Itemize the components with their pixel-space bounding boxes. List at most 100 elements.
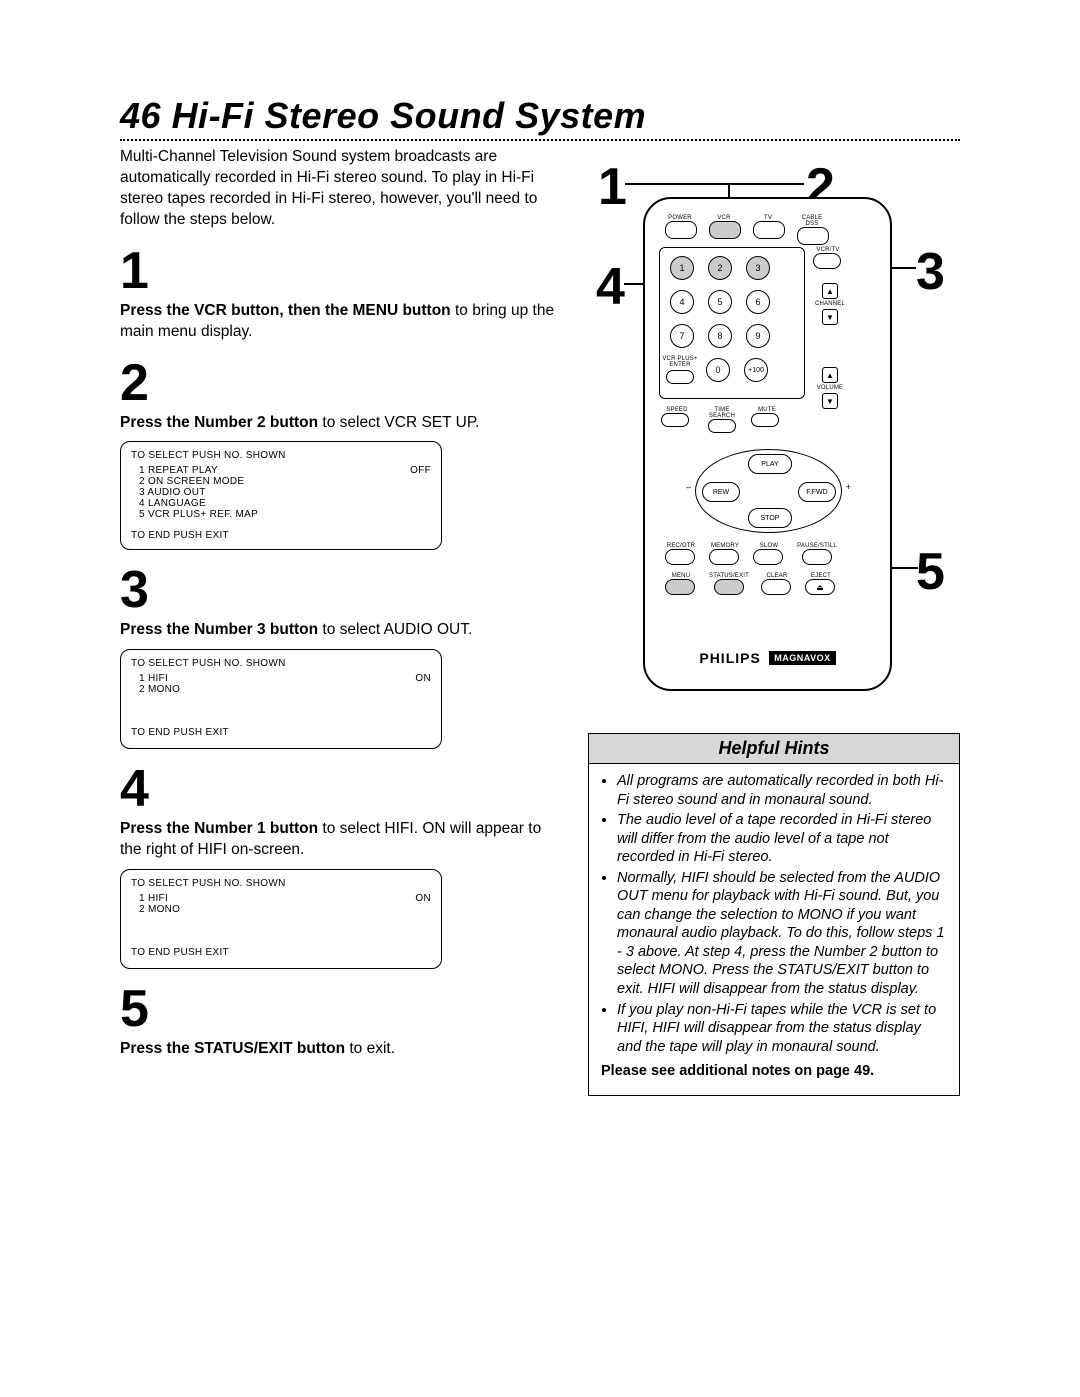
step-4-bold: Press the Number 1 button — [120, 820, 318, 837]
menu1-item: 5 VCR PLUS+ REF. MAP — [131, 509, 258, 520]
vcrtv-button — [813, 253, 841, 269]
remote-diagram: 1 2 3 4 5 POWER — [588, 147, 960, 707]
btn-label-tv: TV — [753, 215, 783, 221]
menu1-val: OFF — [410, 465, 431, 476]
hint-item: The audio level of a tape recorded in Hi… — [617, 811, 947, 867]
status-button — [714, 579, 744, 595]
slow-button — [753, 549, 783, 565]
hints-note: Please see additional notes on page 49. — [601, 1062, 947, 1081]
menu3-footer: TO END PUSH EXIT — [131, 947, 431, 958]
callout-4: 4 — [596, 257, 625, 317]
menu1-header: TO SELECT PUSH NO. SHOWN — [131, 450, 431, 461]
rew-button: REW — [702, 482, 740, 502]
hint-item: Normally, HIFI should be selected from t… — [617, 869, 947, 999]
menu2-header: TO SELECT PUSH NO. SHOWN — [131, 658, 431, 669]
btn-label-power: POWER — [665, 215, 695, 221]
step-number-2: 2 — [120, 357, 560, 409]
pause-label: PAUSE/STILL — [797, 543, 837, 549]
menu-box-2: TO SELECT PUSH NO. SHOWN 1 HIFI ON 2 MONO… — [120, 649, 442, 749]
intro-text: Multi-Channel Television Sound system br… — [120, 147, 560, 231]
menu2-val: ON — [415, 673, 431, 684]
num-0-button: 0 — [706, 358, 730, 382]
btn-label-vcr: VCR — [709, 215, 739, 221]
callout-3: 3 — [916, 242, 945, 302]
tv-button — [753, 221, 785, 239]
menu3-val: ON — [415, 893, 431, 904]
menu-box-3: TO SELECT PUSH NO. SHOWN 1 HIFION 2 MONO… — [120, 869, 442, 969]
step-3-bold: Press the Number 3 button — [120, 621, 318, 638]
hint-item: All programs are automatically recorded … — [617, 772, 947, 809]
stop-button: STOP — [748, 508, 792, 528]
menu2-footer: TO END PUSH EXIT — [131, 727, 431, 738]
callout-line — [625, 183, 728, 185]
menu-label: MENU — [665, 573, 697, 579]
menu2-item: 1 HIFI — [131, 673, 168, 684]
btn-label-cable: CABLE DSS — [797, 215, 827, 227]
num-3-button: 3 — [746, 256, 770, 280]
step-number-5: 5 — [120, 983, 560, 1035]
step-2-bold: Press the Number 2 button — [120, 414, 318, 431]
speed-label: SPEED — [661, 407, 693, 413]
ffwd-button: F.FWD — [798, 482, 836, 502]
timesearch-button — [708, 419, 736, 433]
step-1-bold: Press the VCR button, then the MENU butt… — [120, 302, 451, 319]
plus-label: + — [846, 482, 851, 492]
step-4: Press the Number 1 button to select HIFI… — [120, 819, 560, 861]
title-text: Hi-Fi Stereo Sound System — [172, 95, 647, 136]
dpad: PLAY REW F.FWD STOP – + — [695, 449, 842, 533]
speed-button — [661, 413, 689, 427]
step-2-rest: to select VCR SET UP. — [318, 414, 479, 431]
menu-box-1: TO SELECT PUSH NO. SHOWN 1 REPEAT PLAY OF… — [120, 441, 442, 550]
mute-label: MUTE — [751, 407, 783, 413]
menu1-item: 2 ON SCREEN MODE — [131, 476, 244, 487]
status-label: STATUS/EXIT — [709, 573, 749, 579]
menu1-item: 1 REPEAT PLAY — [131, 465, 218, 476]
num-9-button: 9 — [746, 324, 770, 348]
minus-label: – — [686, 482, 691, 492]
num-7-button: 7 — [670, 324, 694, 348]
callout-5: 5 — [916, 542, 945, 602]
num-6-button: 6 — [746, 290, 770, 314]
memory-label: MEMORY — [709, 543, 741, 549]
callout-line — [728, 183, 804, 185]
step-5-rest: to exit. — [345, 1040, 395, 1057]
step-number-4: 4 — [120, 763, 560, 815]
step-5-bold: Press the STATUS/EXIT button — [120, 1040, 345, 1057]
step-1: Press the VCR button, then the MENU butt… — [120, 301, 560, 343]
vcrtv-label: VCR/TV — [813, 247, 843, 253]
volume-label: VOLUME — [813, 385, 847, 391]
volume-down-button: ▼ — [822, 393, 838, 409]
step-number-3: 3 — [120, 564, 560, 616]
step-number-1: 1 — [120, 245, 560, 297]
power-button — [665, 221, 697, 239]
page-title: 46 Hi-Fi Stereo Sound System — [120, 95, 960, 137]
vcrplus-label: VCR PLUS+ ENTER — [662, 356, 698, 368]
menu3-item: 1 HIFI — [131, 893, 168, 904]
channel-up-button: ▲ — [822, 283, 838, 299]
remote-brand: PHILIPS MAGNAVOX — [653, 649, 882, 667]
menu1-footer: TO END PUSH EXIT — [131, 530, 431, 541]
brand-magnavox: MAGNAVOX — [769, 651, 835, 665]
channel-down-button: ▼ — [822, 309, 838, 325]
recotr-button — [665, 549, 695, 565]
eject-button: ⏏ — [805, 579, 835, 595]
menu1-item: 4 LANGUAGE — [131, 498, 206, 509]
volume-up-button: ▲ — [822, 367, 838, 383]
menu2-item: 2 MONO — [131, 684, 180, 695]
hints-list: All programs are automatically recorded … — [601, 772, 947, 1056]
num-1-button: 1 — [670, 256, 694, 280]
menu-button — [665, 579, 695, 595]
page-number: 46 — [120, 95, 161, 136]
clear-button — [761, 579, 791, 595]
clear-label: CLEAR — [761, 573, 793, 579]
hints-header: Helpful Hints — [589, 734, 959, 764]
num-4-button: 4 — [670, 290, 694, 314]
mute-button — [751, 413, 779, 427]
vcr-button — [709, 221, 741, 239]
num-5-button: 5 — [708, 290, 732, 314]
num-2-button: 2 — [708, 256, 732, 280]
slow-label: SLOW — [753, 543, 785, 549]
helpful-hints-box: Helpful Hints All programs are automatic… — [588, 733, 960, 1096]
timesearch-label: TIME SEARCH — [703, 407, 741, 419]
step-5: Press the STATUS/EXIT button to exit. — [120, 1039, 560, 1060]
